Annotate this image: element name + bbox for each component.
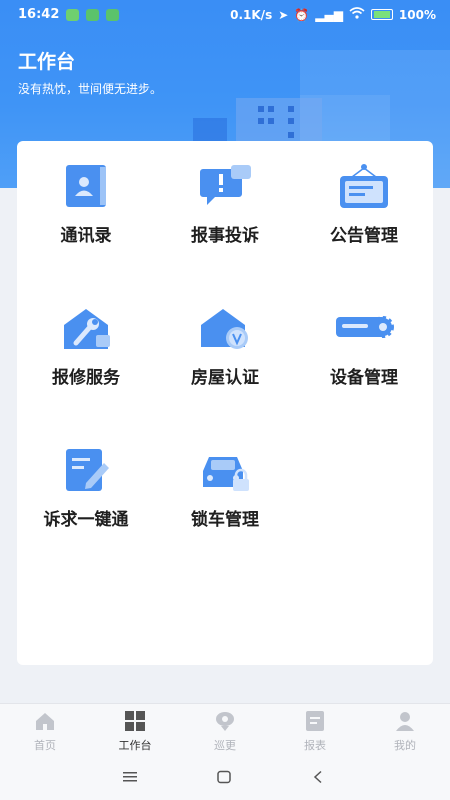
status-time: 16:42	[18, 7, 60, 22]
home-icon	[34, 711, 56, 731]
contacts-book-icon	[56, 163, 116, 211]
nav-label: 报表	[304, 739, 326, 752]
patrol-location-icon	[214, 711, 236, 731]
report-icon	[304, 711, 326, 731]
edit-document-icon	[56, 447, 116, 495]
grid-item-label: 报事投诉	[191, 226, 259, 246]
grid-item-house-verify[interactable]: 房屋认证	[156, 305, 294, 388]
grid-icon	[124, 711, 146, 731]
notice-board-icon	[334, 163, 394, 211]
network-speed: 0.1K/s	[230, 7, 273, 22]
function-grid-card: 通讯录 报事投诉 公告管理 报修服务 房屋认证 设备管理 诉求一键通 锁车管理	[17, 141, 433, 665]
page-title: 工作台	[18, 51, 76, 73]
repair-wrench-icon	[56, 305, 116, 353]
grid-item-appeal[interactable]: 诉求一键通	[17, 447, 155, 530]
notification-app-icon	[106, 9, 119, 21]
battery-level: 100%	[398, 7, 436, 22]
grid-item-car-lock[interactable]: 锁车管理	[156, 447, 294, 530]
grid-item-label: 报修服务	[52, 368, 120, 388]
nav-item-report[interactable]: 报表	[270, 704, 360, 757]
grid-item-complaint[interactable]: 报事投诉	[156, 163, 294, 246]
nav-item-workbench[interactable]: 工作台	[90, 704, 180, 757]
notification-app-icon	[66, 9, 79, 21]
nav-label: 巡更	[214, 739, 236, 752]
nav-label: 首页	[34, 739, 56, 752]
system-navigation-bar	[0, 757, 450, 800]
nav-item-home[interactable]: 首页	[0, 704, 90, 757]
grid-item-label: 通讯录	[60, 226, 112, 246]
grid-item-label: 诉求一键通	[43, 510, 129, 530]
grid-item-notice[interactable]: 公告管理	[295, 163, 433, 246]
grid-item-label: 设备管理	[330, 368, 398, 388]
notification-app-icon	[86, 9, 99, 21]
battery-icon	[370, 9, 393, 20]
grid-item-label: 公告管理	[330, 226, 398, 246]
grid-item-device[interactable]: 设备管理	[295, 305, 433, 388]
grid-item-label: 房屋认证	[191, 368, 259, 388]
status-bar: 16:42 0.1K/s ➤ ⏰ ▂▄▆ 100%	[0, 0, 450, 30]
alarm-icon: ⏰	[294, 7, 310, 22]
grid-item-contacts[interactable]: 通讯录	[17, 163, 155, 246]
profile-icon	[394, 711, 416, 731]
nav-item-patrol[interactable]: 巡更	[180, 704, 270, 757]
grid-item-repair[interactable]: 报修服务	[17, 305, 155, 388]
car-lock-icon	[195, 447, 255, 495]
location-icon: ➤	[278, 7, 289, 22]
wifi-icon	[349, 7, 365, 22]
nav-label: 我的	[394, 739, 416, 752]
home-button-icon[interactable]	[216, 769, 232, 788]
grid-item-label: 锁车管理	[191, 510, 259, 530]
complaint-message-icon	[195, 163, 255, 211]
page-subtitle: 没有热忱，世间便无进步。	[18, 82, 163, 96]
bottom-navigation: 首页 工作台 巡更 报表 我的	[0, 703, 450, 757]
house-verify-icon	[195, 305, 255, 353]
back-icon[interactable]	[312, 769, 324, 788]
device-settings-icon	[334, 305, 394, 353]
signal-icon: ▂▄▆	[315, 7, 343, 22]
menu-icon[interactable]	[122, 769, 138, 788]
nav-item-profile[interactable]: 我的	[360, 704, 450, 757]
nav-label: 工作台	[118, 739, 152, 752]
